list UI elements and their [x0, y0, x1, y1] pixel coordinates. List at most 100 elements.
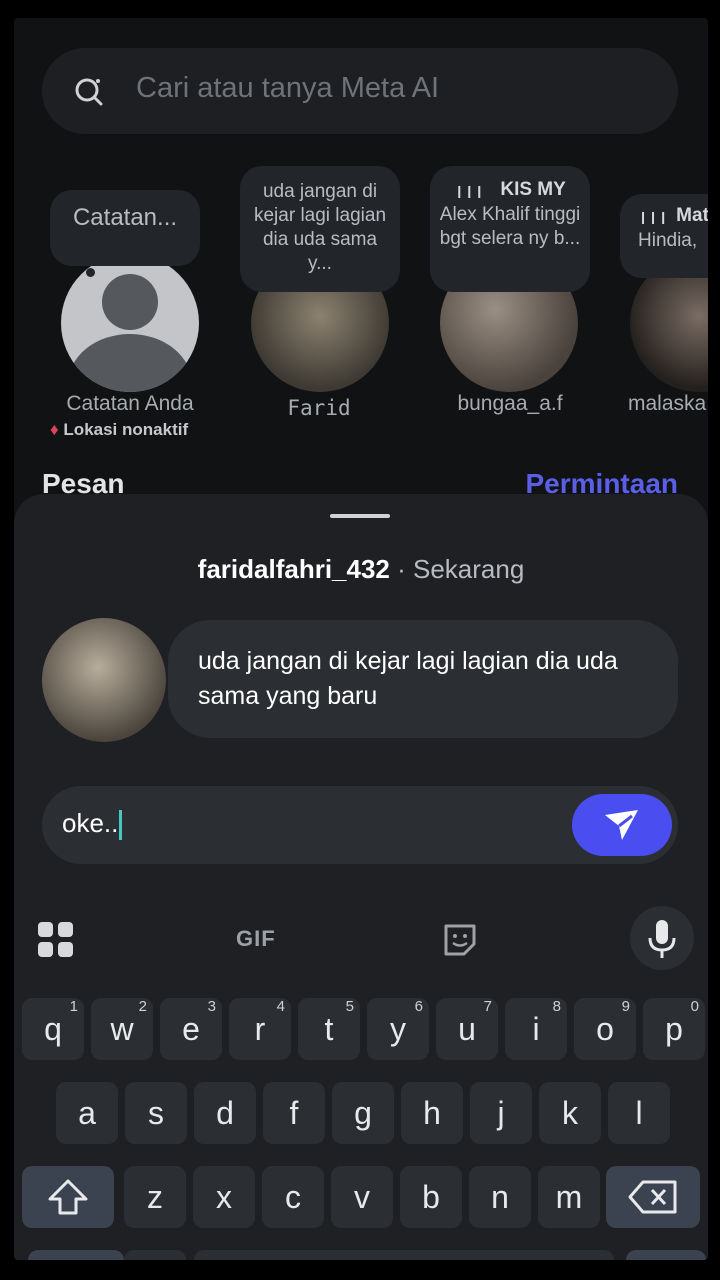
message-time: Sekarang — [413, 554, 525, 584]
key-label: w — [110, 1011, 134, 1047]
bungaa-name: bungaa_a.f — [457, 392, 563, 415]
key-v[interactable]: v — [331, 1166, 393, 1228]
key-n[interactable]: n — [469, 1166, 531, 1228]
key-z[interactable]: z — [124, 1166, 186, 1228]
key-hint: 1 — [69, 998, 78, 1015]
default-avatar-icon — [68, 274, 192, 392]
key-label: j — [497, 1095, 505, 1131]
own-avatar[interactable] — [61, 254, 199, 392]
key-hint: 6 — [414, 998, 423, 1015]
backspace-key[interactable] — [606, 1166, 700, 1228]
bottom-row-key-2[interactable] — [124, 1250, 186, 1260]
bottom-row-key-1[interactable] — [28, 1250, 124, 1260]
key-label: k — [562, 1095, 578, 1131]
key-a[interactable]: a — [56, 1082, 118, 1144]
key-d[interactable]: d — [194, 1082, 256, 1144]
location-status-text: Lokasi nonaktif — [63, 420, 189, 439]
key-w[interactable]: w2 — [91, 998, 153, 1060]
text-caret — [119, 810, 123, 841]
send-icon — [605, 810, 638, 840]
separator: · — [389, 554, 413, 584]
sender-line: faridalfahri_432 · Sekarang — [14, 554, 708, 585]
backspace-icon — [628, 1180, 677, 1214]
key-label: e — [182, 1011, 200, 1047]
shift-key[interactable] — [22, 1166, 114, 1228]
key-y[interactable]: y6 — [367, 998, 429, 1060]
key-i[interactable]: i8 — [505, 998, 567, 1060]
key-label: f — [289, 1095, 299, 1131]
key-k[interactable]: k — [539, 1082, 601, 1144]
sheet-handle[interactable] — [330, 514, 390, 518]
music-title: KIS MY — [500, 179, 566, 200]
key-label: m — [555, 1179, 583, 1215]
search-bar[interactable]: Cari atau tanya Meta AI — [42, 48, 678, 134]
bottom-row-key-4[interactable] — [626, 1250, 706, 1260]
key-c[interactable]: c — [262, 1166, 324, 1228]
location-pin-icon: ♦ — [50, 420, 59, 439]
key-label: a — [78, 1095, 96, 1131]
key-x[interactable]: x — [193, 1166, 255, 1228]
key-label: p — [665, 1011, 683, 1047]
apps-grid-icon[interactable] — [38, 922, 74, 958]
key-g[interactable]: g — [332, 1082, 394, 1144]
microphone-icon — [648, 920, 676, 958]
key-f[interactable]: f — [263, 1082, 325, 1144]
location-status: ♦ Lokasi nonaktif — [50, 420, 188, 440]
key-label: o — [596, 1011, 614, 1047]
sender-avatar[interactable] — [42, 618, 166, 742]
key-hint: 0 — [690, 998, 699, 1015]
mic-button[interactable] — [630, 906, 694, 970]
key-e[interactable]: e3 — [160, 998, 222, 1060]
key-q[interactable]: q1 — [22, 998, 84, 1060]
key-hint: 7 — [483, 998, 492, 1015]
key-label: s — [148, 1095, 164, 1131]
malaska-name: malaska — [628, 392, 707, 415]
own-note-label: Catatan Anda — [66, 392, 194, 415]
reply-sheet: faridalfahri_432 · Sekarang uda jangan d… — [14, 494, 708, 1260]
reply-input[interactable]: oke.. — [42, 786, 678, 864]
meta-ai-search-icon — [75, 78, 103, 106]
music-bars-icon-2: ❙❙❙ — [638, 210, 669, 224]
key-label: g — [354, 1095, 372, 1131]
own-note-bubble[interactable]: Catatan... — [50, 190, 200, 266]
key-j[interactable]: j — [470, 1082, 532, 1144]
key-p[interactable]: p0 — [643, 998, 705, 1060]
reply-input-value[interactable]: oke.. — [62, 808, 123, 841]
bottom-row-key-3[interactable] — [194, 1250, 614, 1260]
bungaa-note-text: Alex Khalif tinggi bgt selera ny b... — [439, 204, 581, 249]
key-r[interactable]: r4 — [229, 998, 291, 1060]
key-t[interactable]: t5 — [298, 998, 360, 1060]
send-button[interactable] — [572, 794, 672, 856]
key-label: y — [390, 1011, 406, 1047]
key-label: z — [147, 1179, 163, 1215]
app-screen: Cari atau tanya Meta AI Catatan... Catat… — [14, 18, 708, 1260]
farid-note-bubble[interactable]: uda jangan di kejar lagi lagian dia uda … — [240, 166, 400, 292]
key-label: x — [216, 1179, 232, 1215]
music-title-2: Mat — [676, 205, 708, 226]
malaska-note-bubble[interactable]: ❙❙❙ Mat Hindia, — [620, 194, 708, 278]
note-message-bubble: uda jangan di kejar lagi lagian dia uda … — [168, 620, 678, 738]
key-label: u — [458, 1011, 476, 1047]
key-l[interactable]: l — [608, 1082, 670, 1144]
key-o[interactable]: o9 — [574, 998, 636, 1060]
own-note-text: Catatan... — [72, 204, 178, 231]
farid-name: Farid — [287, 396, 351, 420]
note-message-text: uda jangan di kejar lagi lagian dia uda … — [198, 647, 618, 710]
key-label: v — [354, 1179, 370, 1215]
key-label: n — [491, 1179, 509, 1215]
key-b[interactable]: b — [400, 1166, 462, 1228]
sticker-icon[interactable] — [442, 922, 478, 958]
key-hint: 8 — [552, 998, 561, 1015]
key-m[interactable]: m — [538, 1166, 600, 1228]
key-label: r — [254, 1011, 266, 1047]
sender-name[interactable]: faridalfahri_432 — [198, 554, 390, 584]
key-label: b — [422, 1179, 440, 1215]
key-label: q — [44, 1011, 62, 1047]
key-s[interactable]: s — [125, 1082, 187, 1144]
key-hint: 5 — [345, 998, 354, 1015]
key-h[interactable]: h — [401, 1082, 463, 1144]
gif-button[interactable]: GIF — [236, 926, 276, 952]
key-label: l — [635, 1095, 643, 1131]
key-u[interactable]: u7 — [436, 998, 498, 1060]
bungaa-note-bubble[interactable]: ❙❙❙ KIS MY Alex Khalif tinggi bgt selera … — [430, 166, 590, 292]
